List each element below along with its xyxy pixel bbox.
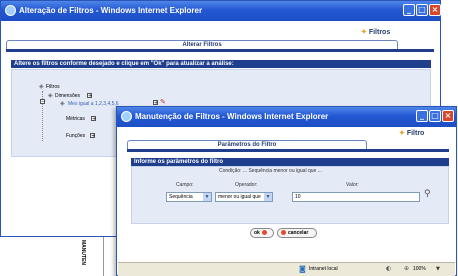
section-title: Informe os parâmetros do filtro <box>134 159 224 165</box>
instruction-bar: Altere os filtros conforme desejado e cl… <box>11 60 431 68</box>
filtros-label: Filtros <box>368 29 391 36</box>
edit-pencil-icon[interactable]: ✎ <box>160 98 166 106</box>
ie-icon <box>5 5 16 16</box>
front-minimize-button[interactable]: _ <box>416 110 428 122</box>
tab-parametros-label: Parâmetros do Filtro <box>217 142 277 148</box>
condition-text: Condição: ... Sequência menor ou igual q… <box>219 168 322 174</box>
operador-select-value: menor ou igual que <box>218 194 261 200</box>
chevron-down-icon: ▼ <box>203 193 211 201</box>
params-panel: Condição: ... Sequência menor ou igual q… <box>131 166 449 224</box>
zoom-dropdown-icon[interactable]: ▼ <box>436 266 440 272</box>
filtros-header: ✦ Filtros <box>361 28 390 36</box>
front-window-title: Manutenção de Filtros - Windows Internet… <box>135 112 329 121</box>
intranet-icon: ◙ <box>299 265 306 273</box>
valor-label: Valor: <box>346 182 359 188</box>
chevron-down-icon: ▼ <box>264 193 272 201</box>
search-icon[interactable]: ⚲ <box>424 189 431 199</box>
zone-label: Intranet local <box>309 266 338 272</box>
close-button[interactable]: × <box>429 4 441 16</box>
tab-label: Alterar Filtros <box>182 42 222 48</box>
tree-root-icon: ◈ <box>39 83 44 90</box>
star-icon: ✦ <box>361 29 367 36</box>
valor-input[interactable]: 10 <box>292 192 420 202</box>
cancel-label: cancelar <box>288 230 309 236</box>
operador-select[interactable]: menor ou igual que ▼ <box>215 192 273 202</box>
campo-select-value: Sequência <box>169 194 193 200</box>
maximize-button[interactable]: □ <box>416 4 428 16</box>
back-window-titlebar[interactable]: Alteração de Filtros - Windows Internet … <box>1 1 441 21</box>
front-window-content: ✦ Filtro Parâmetros do Filtro Informe os… <box>119 128 454 261</box>
campo-label: Campo: <box>176 182 194 188</box>
front-tab-underline <box>127 149 449 152</box>
ok-icon <box>261 230 267 235</box>
front-maximize-button[interactable]: □ <box>429 110 441 122</box>
minimize-button[interactable]: _ <box>403 4 415 16</box>
front-window: Manutenção de Filtros - Windows Internet… <box>116 106 457 276</box>
tree-toggle[interactable]: − <box>40 99 45 105</box>
star-icon-front: ✦ <box>399 130 405 137</box>
campo-select[interactable]: Sequência ▼ <box>166 192 212 202</box>
zoom-level[interactable]: 100% <box>413 266 426 272</box>
side-divider <box>103 237 104 276</box>
valor-input-value: 10 <box>295 194 301 200</box>
add-metrica-button[interactable]: + <box>91 116 96 122</box>
tree-funcoes-label: Funções <box>66 133 86 139</box>
dimensoes-icon: ◈ <box>48 92 53 99</box>
ok-button[interactable]: ok <box>250 228 274 238</box>
filter-item-icon: ◈ <box>60 100 65 107</box>
filtro-header: ✦ Filtro <box>399 129 424 137</box>
tree-dimensoes-label: Dimensões <box>55 93 81 99</box>
ie-icon-front <box>121 111 132 122</box>
zoom-icon[interactable]: ⊕ <box>404 265 409 272</box>
cancel-icon <box>281 230 286 235</box>
instruction-text: Altere os filtros conforme desejado e cl… <box>14 61 234 67</box>
section-title-bar: Informe os parâmetros do filtro <box>131 158 449 166</box>
status-bar: ◙ Intranet local ◐ ⊕ 100% ▼ <box>118 262 455 276</box>
tree-filter-item[interactable]: Mes igual a 1,2,3,4,5,6 <box>68 101 119 107</box>
filtro-label: Filtro <box>406 130 425 137</box>
tab-underline <box>6 49 434 52</box>
back-window-title: Alteração de Filtros - Windows Internet … <box>19 6 203 15</box>
add-filter-button[interactable]: + <box>153 100 158 106</box>
front-close-button[interactable]: × <box>442 110 454 122</box>
tree-metricas-label: Métricas <box>66 116 85 122</box>
tree-root-label: Filtros <box>46 84 60 90</box>
cancel-button[interactable]: cancelar <box>277 228 317 238</box>
ok-label: ok <box>254 230 260 236</box>
operador-label: Operador: <box>235 182 258 188</box>
side-text: MANUTEN <box>80 240 86 265</box>
protected-mode-icon: ◐ <box>386 265 392 272</box>
add-funcao-button[interactable]: + <box>90 133 95 139</box>
add-dimensao-button[interactable]: + <box>87 93 92 99</box>
front-window-titlebar[interactable]: Manutenção de Filtros - Windows Internet… <box>117 107 456 127</box>
